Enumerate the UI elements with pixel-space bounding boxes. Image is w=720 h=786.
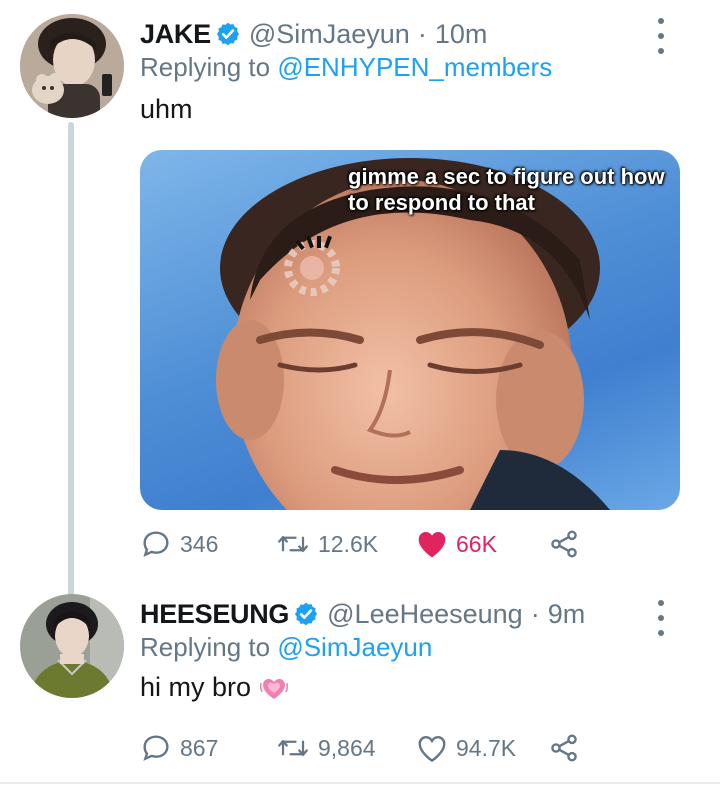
avatar-heeseung[interactable] [20, 594, 124, 698]
retweet-count: 9,864 [318, 734, 376, 761]
reply-button[interactable]: 346 [140, 524, 276, 564]
share-icon [551, 530, 577, 558]
share-button[interactable] [548, 728, 580, 768]
replying-to-label: Replying to [140, 52, 271, 82]
tweet-actions: 346 12.6K 66K [140, 524, 580, 564]
separator-dot: · [530, 598, 540, 629]
retweet-button[interactable]: 12.6K [276, 524, 416, 564]
display-name[interactable]: HEESEUNG [140, 599, 289, 630]
replying-to-label: Replying to [140, 632, 271, 662]
retweet-icon [278, 740, 308, 756]
reply-count: 867 [180, 734, 219, 761]
retweet-count: 12.6K [318, 530, 379, 557]
timestamp[interactable]: 9m [548, 599, 586, 630]
share-button[interactable] [548, 524, 580, 564]
tweet-heeseung[interactable]: HEESEUNG @LeeHeeseung · 9m Replying to @… [0, 590, 720, 786]
tweet-media-image[interactable]: gimme a sec to figure out how to respond… [140, 150, 680, 510]
separator-dot: · [417, 18, 427, 49]
growing-heart-emoji [259, 678, 289, 699]
verified-badge-icon [216, 22, 239, 46]
display-name[interactable]: JAKE [140, 19, 211, 50]
like-icon [418, 735, 446, 763]
replying-to-mention[interactable]: @SimJaeyun [277, 632, 432, 662]
replying-to-line: Replying to @ENHYPEN_members [140, 52, 552, 83]
replying-to-mention[interactable]: @ENHYPEN_members [277, 52, 552, 82]
thread-connector-line [68, 122, 74, 600]
more-vertical-icon[interactable] [654, 18, 668, 54]
timestamp[interactable]: 10m [435, 19, 488, 50]
tweet-header: JAKE @SimJaeyun · 10m [140, 14, 487, 54]
share-icon [551, 734, 577, 762]
media-caption-text: gimme a sec to figure out how to respond… [348, 164, 665, 215]
avatar-jake[interactable] [20, 14, 124, 118]
tweet-header: HEESEUNG @LeeHeeseung · 9m [140, 594, 585, 634]
tweet-text: uhm [140, 94, 193, 125]
divider [0, 782, 720, 784]
tweet-text: hi my bro [140, 672, 289, 703]
like-button[interactable]: 66K [416, 524, 548, 564]
replying-to-line: Replying to @SimJaeyun [140, 632, 432, 663]
tweet-actions: 867 9,864 94.7K [140, 728, 580, 768]
tweet-jake[interactable]: JAKE @SimJaeyun · 10m Replying to @ENHYP… [0, 0, 720, 600]
reply-icon [143, 531, 169, 557]
tweet-text-content: hi my bro [140, 672, 252, 702]
tweet-text-content: uhm [140, 94, 193, 124]
username-handle[interactable]: @SimJaeyun [249, 19, 410, 50]
like-count: 94.7K [456, 734, 517, 761]
reply-icon [143, 735, 169, 761]
more-vertical-icon[interactable] [654, 600, 668, 636]
like-button[interactable]: 94.7K [416, 728, 548, 768]
reply-count: 346 [180, 530, 219, 557]
retweet-icon [278, 536, 308, 552]
verified-badge-icon [295, 602, 318, 626]
retweet-button[interactable]: 9,864 [276, 728, 416, 768]
reply-button[interactable]: 867 [140, 728, 276, 768]
like-icon [418, 532, 446, 558]
username-handle[interactable]: @LeeHeeseung [327, 599, 523, 630]
like-count: 66K [456, 530, 497, 557]
